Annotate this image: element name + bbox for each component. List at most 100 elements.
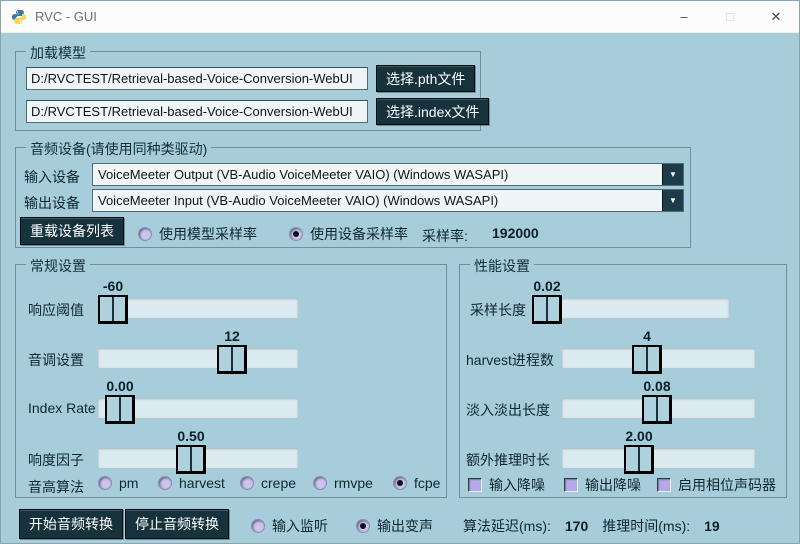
slider-thumb[interactable]	[98, 295, 128, 324]
phase-vocoder-checkbox[interactable]	[657, 478, 671, 492]
slider-thumb[interactable]	[532, 295, 562, 324]
input-monitor-radio[interactable]	[251, 519, 265, 533]
load-model-group-title: 加载模型	[26, 43, 90, 63]
loudness-label: 响度因子	[28, 450, 84, 470]
fcpe-label: fcpe	[414, 475, 440, 491]
harvest-threads-slider[interactable]: 4	[562, 328, 755, 376]
slider-thumb[interactable]	[176, 445, 206, 474]
slider-thumb[interactable]	[217, 345, 247, 374]
input-device-select[interactable]: VoiceMeeter Output (VB-Audio VoiceMeeter…	[92, 163, 684, 186]
slider-thumb[interactable]	[624, 445, 654, 474]
input-monitor-option[interactable]: 输入监听	[251, 516, 328, 536]
output-voice-radio[interactable]	[356, 519, 370, 533]
extra-time-value: 2.00	[609, 428, 669, 444]
threshold-label: 响应阈值	[28, 300, 84, 320]
input-denoise-option[interactable]: 输入降噪	[468, 475, 545, 495]
latency-value: 170	[565, 518, 588, 534]
pitch-slider[interactable]: 12	[98, 328, 298, 376]
slider-thumb[interactable]	[105, 395, 135, 424]
start-conversion-button[interactable]: 开始音频转换	[19, 509, 123, 539]
harvest-radio[interactable]	[158, 476, 172, 490]
use-device-sr-radio[interactable]	[289, 227, 303, 241]
harvest-threads-value: 4	[617, 328, 677, 344]
output-voice-option[interactable]: 输出变声	[356, 516, 433, 536]
block-time-label: 采样长度	[470, 300, 526, 320]
status-bar: 算法延迟(ms): 170 推理时间(ms): 19	[463, 516, 720, 536]
slider-thumb[interactable]	[632, 345, 662, 374]
block-time-slider[interactable]: 0.02	[532, 278, 729, 326]
title-bar: RVC - GUI – □ ✕	[1, 1, 799, 33]
minimize-button[interactable]: –	[661, 1, 707, 32]
harvest-option[interactable]: harvest	[158, 475, 225, 491]
index-path-field[interactable]: D:/RVCTEST/Retrieval-based-Voice-Convers…	[26, 100, 368, 123]
crepe-label: crepe	[261, 475, 296, 491]
rmvpe-option[interactable]: rmvpe	[313, 475, 373, 491]
rvc-gui-window: RVC - GUI – □ ✕ 加载模型 D:/RVCTEST/Retrieva…	[0, 0, 800, 544]
index-rate-label: Index Rate	[28, 400, 96, 416]
input-denoise-label: 输入降噪	[489, 475, 545, 495]
stop-conversion-button[interactable]: 停止音频转换	[125, 509, 229, 539]
chevron-down-icon[interactable]: ▼	[662, 190, 683, 211]
pm-radio[interactable]	[98, 476, 112, 490]
performance-settings-group-title: 性能设置	[470, 256, 534, 276]
index-rate-value: 0.00	[90, 378, 150, 394]
reload-devices-button[interactable]: 重载设备列表	[20, 217, 124, 245]
crepe-radio[interactable]	[240, 476, 254, 490]
use-model-sr-option[interactable]: 使用模型采样率	[138, 224, 257, 244]
phase-vocoder-option[interactable]: 启用相位声码器	[657, 475, 776, 495]
infer-time-value: 19	[704, 518, 720, 534]
pth-path-field[interactable]: D:/RVCTEST/Retrieval-based-Voice-Convers…	[26, 67, 368, 90]
latency-label: 算法延迟(ms):	[463, 516, 551, 536]
crossfade-value: 0.08	[627, 378, 687, 394]
slider-thumb[interactable]	[642, 395, 672, 424]
window-title: RVC - GUI	[35, 9, 97, 24]
audio-device-group: 音频设备(请使用同种类驱动) 输入设备 VoiceMeeter Output (…	[15, 147, 691, 248]
extra-time-label: 额外推理时长	[466, 450, 550, 470]
use-device-sr-label: 使用设备采样率	[310, 224, 408, 244]
threshold-value: -60	[83, 278, 143, 294]
slider-track[interactable]	[98, 298, 298, 318]
audio-device-group-title: 音频设备(请使用同种类驱动)	[26, 139, 211, 159]
loudness-slider[interactable]: 0.50	[98, 428, 298, 476]
crepe-option[interactable]: crepe	[240, 475, 296, 491]
crossfade-label: 淡入淡出长度	[466, 400, 550, 420]
output-device-value: VoiceMeeter Input (VB-Audio VoiceMeeter …	[93, 190, 662, 211]
index-rate-slider[interactable]: 0.00	[98, 378, 298, 426]
fcpe-option[interactable]: fcpe	[393, 475, 440, 491]
output-voice-label: 输出变声	[377, 516, 433, 536]
select-index-button[interactable]: 选择.index文件	[376, 98, 489, 125]
slider-track[interactable]	[562, 448, 755, 468]
block-time-value: 0.02	[517, 278, 577, 294]
python-logo-icon	[11, 9, 27, 25]
crossfade-slider[interactable]: 0.08	[562, 378, 755, 426]
select-pth-button[interactable]: 选择.pth文件	[376, 65, 475, 92]
load-model-group: 加载模型 D:/RVCTEST/Retrieval-based-Voice-Co…	[15, 51, 481, 131]
input-device-label: 输入设备	[24, 167, 80, 187]
pm-label: pm	[119, 475, 138, 491]
threshold-slider[interactable]: -60	[98, 278, 298, 326]
output-device-select[interactable]: VoiceMeeter Input (VB-Audio VoiceMeeter …	[92, 189, 684, 212]
fcpe-radio[interactable]	[393, 476, 407, 490]
harvest-label: harvest	[179, 475, 225, 491]
input-denoise-checkbox[interactable]	[468, 478, 482, 492]
output-device-label: 输出设备	[24, 193, 80, 213]
rmvpe-label: rmvpe	[334, 475, 373, 491]
pm-option[interactable]: pm	[98, 475, 138, 491]
harvest-threads-label: harvest进程数	[466, 350, 554, 370]
output-denoise-checkbox[interactable]	[564, 478, 578, 492]
use-model-sr-radio[interactable]	[138, 227, 152, 241]
use-device-sr-option[interactable]: 使用设备采样率	[289, 224, 408, 244]
infer-time-label: 推理时间(ms):	[602, 516, 690, 536]
extra-time-slider[interactable]: 2.00	[562, 428, 755, 476]
close-button[interactable]: ✕	[753, 1, 799, 32]
rmvpe-radio[interactable]	[313, 476, 327, 490]
use-model-sr-label: 使用模型采样率	[159, 224, 257, 244]
maximize-button[interactable]: □	[707, 1, 753, 32]
general-settings-group: 常规设置 响应阈值 -60 音调设置 12 Index Rate 0.00 响度…	[15, 264, 447, 498]
slider-track[interactable]	[98, 348, 298, 368]
output-denoise-option[interactable]: 输出降噪	[564, 475, 641, 495]
sample-rate-value: 192000	[492, 225, 539, 241]
pitch-value: 12	[202, 328, 262, 344]
pitch-label: 音调设置	[28, 350, 84, 370]
chevron-down-icon[interactable]: ▼	[662, 164, 683, 185]
